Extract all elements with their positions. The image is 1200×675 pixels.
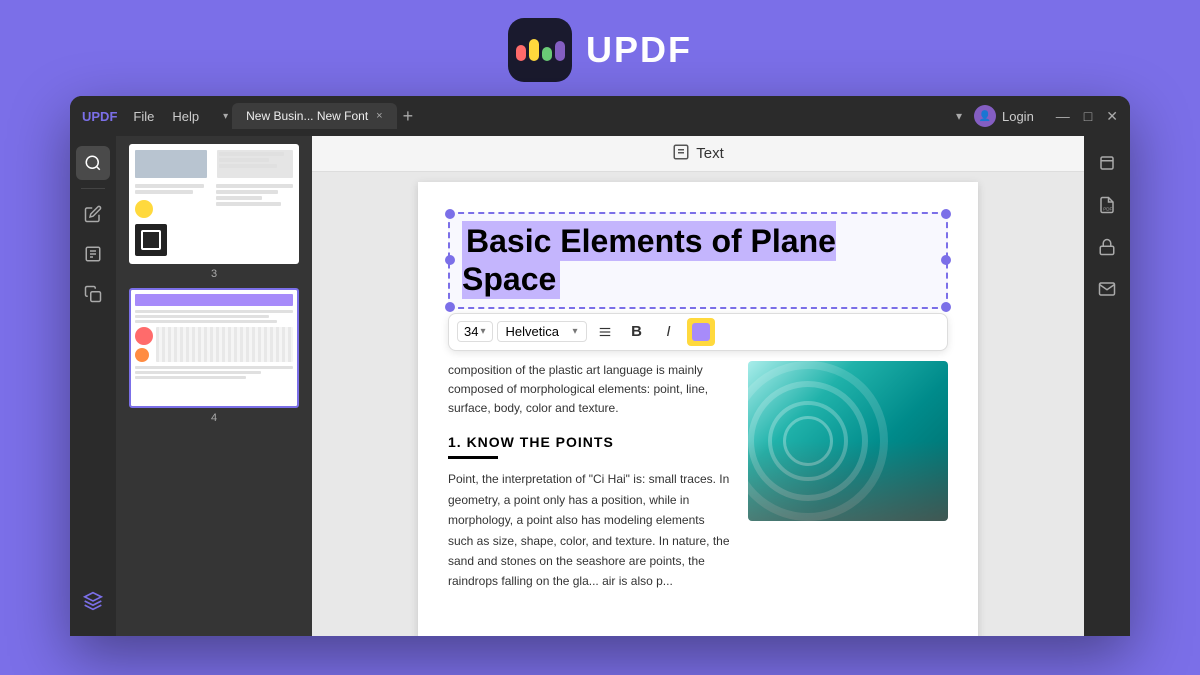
font-name-value: Helvetica	[506, 324, 559, 339]
right-search-btn[interactable]	[1090, 146, 1124, 180]
right-panel: PDF	[1084, 136, 1130, 636]
text-mode-label: Text	[696, 145, 724, 162]
section1-underline	[448, 456, 498, 459]
page-content: Basic Elements of Plane Space 34 ▾ Helve…	[418, 182, 978, 636]
font-size-value: 34	[464, 324, 478, 339]
win-controls: — □ ✕	[1056, 108, 1118, 125]
win-maximize-btn[interactable]: □	[1084, 108, 1092, 125]
new-tab-btn[interactable]: +	[403, 106, 414, 127]
wave-3	[542, 47, 552, 61]
main-window: UPDF File Help ▾ New Busin... New Font ×…	[70, 96, 1130, 636]
win-close-btn[interactable]: ✕	[1106, 108, 1118, 125]
titlebar-right: ▾ 👤 Login — □ ✕	[956, 105, 1118, 127]
font-name-control[interactable]: Helvetica ▾	[497, 321, 587, 342]
menu-help[interactable]: Help	[172, 109, 199, 124]
titlebar-brand: UPDF	[82, 109, 117, 124]
login-button[interactable]: 👤 Login	[974, 105, 1034, 127]
wave-2	[529, 39, 539, 61]
text-btn[interactable]	[76, 237, 110, 271]
color-swatch	[692, 323, 710, 341]
search-btn[interactable]	[76, 146, 110, 180]
handle-br[interactable]	[941, 302, 951, 312]
text-mode-icon	[672, 143, 690, 165]
sidebar-divider-1	[81, 188, 105, 189]
color-picker-btn[interactable]	[687, 318, 715, 346]
italic-btn[interactable]: I	[655, 318, 683, 346]
menu-file[interactable]: File	[133, 109, 154, 124]
active-tab[interactable]: New Busin... New Font ×	[232, 103, 396, 129]
bold-label: B	[631, 323, 642, 340]
left-sidebar	[70, 136, 116, 636]
doc-viewer: Text Basic Elements of Plane Space	[312, 136, 1084, 636]
thumb-page-4[interactable]: 4	[124, 288, 304, 424]
title-dropdown-btn[interactable]: ▾	[956, 109, 962, 123]
page-heading: Basic Elements of Plane Space	[462, 221, 836, 299]
app-name-label: UPDF	[586, 29, 692, 71]
text-mode-bar: Text	[312, 136, 1084, 172]
handle-tl[interactable]	[445, 209, 455, 219]
tab-dropdown-arrow[interactable]: ▾	[223, 111, 228, 122]
app-icon	[508, 18, 572, 82]
font-size-control[interactable]: 34 ▾	[457, 321, 493, 342]
win-minimize-btn[interactable]: —	[1056, 108, 1070, 125]
handle-ml[interactable]	[445, 255, 455, 265]
font-size-dropdown[interactable]: ▾	[480, 326, 485, 337]
thumb-3-num: 3	[211, 268, 217, 280]
bold-btn[interactable]: B	[623, 318, 651, 346]
copy-btn[interactable]	[76, 277, 110, 311]
wave-1	[516, 45, 526, 61]
thumbnails-panel: 3	[116, 136, 312, 636]
format-toolbar: 34 ▾ Helvetica ▾ B	[448, 313, 948, 351]
text-selection-box[interactable]: Basic Elements of Plane Space	[448, 212, 948, 309]
tab-label: New Busin... New Font	[246, 109, 368, 123]
section1-body: Point, the interpretation of "Ci Hai" is…	[448, 469, 732, 591]
tab-close-btn[interactable]: ×	[376, 110, 382, 122]
font-name-dropdown[interactable]: ▾	[572, 326, 577, 337]
right-lock-btn[interactable]	[1090, 230, 1124, 264]
main-area: 3	[70, 136, 1130, 636]
app-icon-waves	[516, 39, 565, 61]
thumb-4-img[interactable]	[129, 288, 299, 408]
edit-btn[interactable]	[76, 197, 110, 231]
handle-tr[interactable]	[941, 209, 951, 219]
tunnel-visual	[748, 361, 948, 521]
thumb-page-3[interactable]: 3	[124, 144, 304, 280]
layers-btn[interactable]	[76, 584, 110, 618]
body-area: composition of the plastic art language …	[448, 361, 948, 592]
tunnel-glow	[748, 441, 948, 521]
intro-paragraph: composition of the plastic art language …	[448, 361, 732, 419]
titlebar-menu: File Help	[133, 109, 199, 124]
thumb-4-num: 4	[211, 412, 217, 424]
handle-bl[interactable]	[445, 302, 455, 312]
thumb-3-img[interactable]	[129, 144, 299, 264]
italic-label: I	[666, 323, 670, 340]
right-pdf-btn[interactable]: PDF	[1090, 188, 1124, 222]
titlebar: UPDF File Help ▾ New Busin... New Font ×…	[70, 96, 1130, 136]
svg-text:PDF: PDF	[1103, 206, 1112, 211]
login-label: Login	[1002, 109, 1034, 124]
login-avatar: 👤	[974, 105, 996, 127]
top-branding: UPDF	[508, 0, 692, 96]
handle-mr[interactable]	[941, 255, 951, 265]
tabs-area: ▾ New Busin... New Font × +	[223, 103, 948, 129]
tunnel-image	[748, 361, 948, 521]
wave-4	[555, 41, 565, 61]
body-text-column: composition of the plastic art language …	[448, 361, 732, 592]
right-mail-btn[interactable]	[1090, 272, 1124, 306]
section1-heading: 1. KNOW THE POINTS	[448, 434, 732, 450]
align-btn[interactable]	[591, 318, 619, 346]
